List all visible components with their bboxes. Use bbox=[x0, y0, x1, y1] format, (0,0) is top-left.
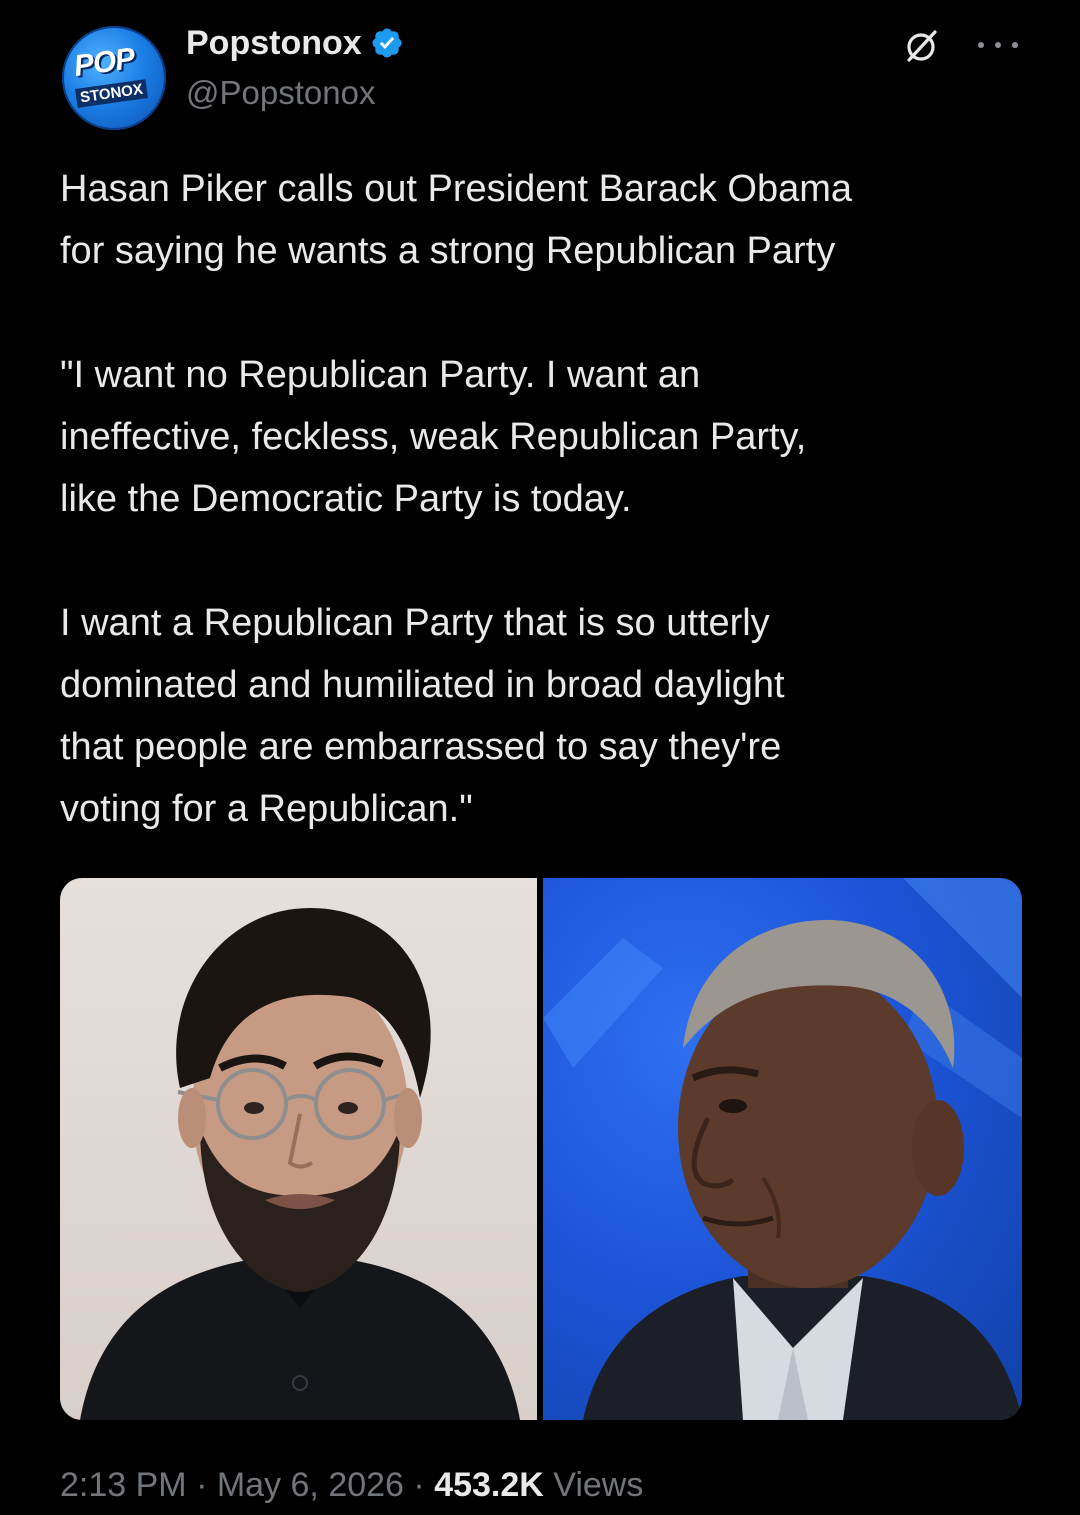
avatar-logo-line1: POP bbox=[71, 41, 137, 84]
more-dot bbox=[995, 42, 1001, 48]
views-count[interactable]: 453.2K bbox=[434, 1466, 544, 1504]
verified-badge-icon bbox=[372, 28, 402, 58]
tweet-media-grid[interactable] bbox=[60, 878, 1022, 1420]
meta-separator: · bbox=[403, 1466, 435, 1504]
author-display-name[interactable]: Popstonox bbox=[186, 22, 362, 64]
portrait-illustration-left bbox=[80, 908, 520, 1420]
tweet-paragraph: Hasan Piker calls out President Barack O… bbox=[60, 168, 853, 272]
tweet-time[interactable]: 2:13 PM bbox=[60, 1466, 187, 1504]
tweet-paragraph: "I want no Republican Party. I want an i… bbox=[60, 354, 807, 520]
portrait-illustration-right bbox=[543, 878, 1022, 1420]
avatar-logo-line2: STONOX bbox=[75, 79, 149, 108]
author-avatar[interactable]: POP STONOX bbox=[62, 26, 166, 130]
author-name-row[interactable]: Popstonox bbox=[186, 22, 404, 64]
tweet-meta: 2:13 PM · May 6, 2026 · 453.2K Views bbox=[60, 1460, 643, 1510]
more-horizontal-icon[interactable] bbox=[978, 38, 1018, 52]
author-handle[interactable]: @Popstonox bbox=[186, 72, 375, 114]
views-label: Views bbox=[553, 1466, 644, 1504]
meta-separator: · bbox=[186, 1466, 217, 1504]
more-dot bbox=[1012, 42, 1018, 48]
media-photo-left[interactable] bbox=[60, 878, 537, 1420]
tweet-paragraph: I want a Republican Party that is so utt… bbox=[60, 602, 785, 830]
more-dot bbox=[978, 42, 984, 48]
tweet-date[interactable]: May 6, 2026 bbox=[217, 1466, 404, 1504]
tweet-text: Hasan Piker calls out President Barack O… bbox=[60, 158, 1050, 840]
grok-slash-icon[interactable] bbox=[902, 26, 942, 66]
media-photo-right[interactable] bbox=[543, 878, 1022, 1420]
